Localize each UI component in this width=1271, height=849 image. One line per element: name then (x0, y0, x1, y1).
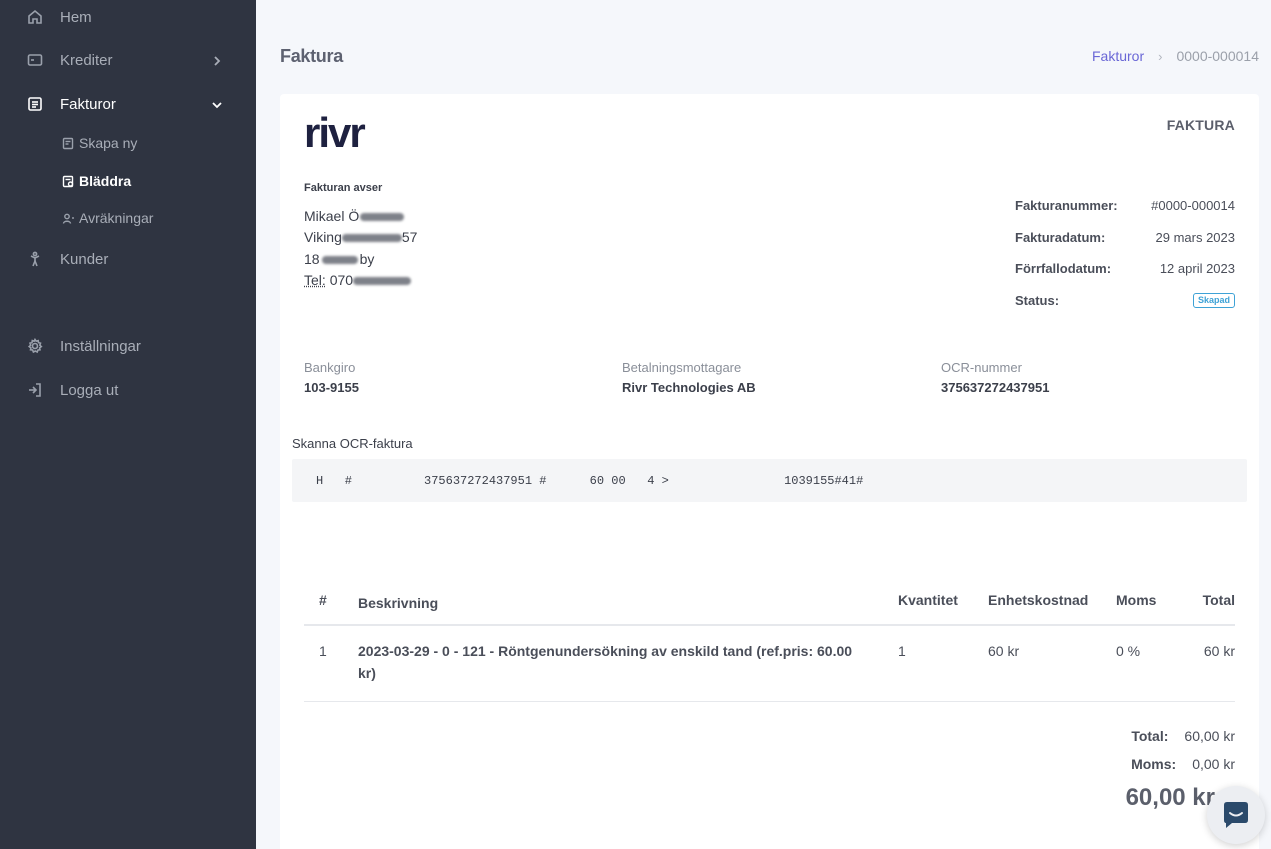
invoice-number-row: Fakturanummer: #0000-000014 (1015, 198, 1235, 216)
sidebar-item-label: Inställningar (60, 337, 141, 355)
sidebar-subitem-label: Skapa ny (79, 135, 138, 151)
sidebar-subitem-skapa-ny[interactable]: Skapa ny (0, 128, 256, 158)
invoice-date-value: 29 mars 2023 (1155, 230, 1236, 245)
table-header: # Beskrivning Kvantitet Enhetskostnad Mo… (304, 590, 1235, 626)
recipient-heading: Fakturan avser (304, 182, 383, 194)
due-date-value: 12 april 2023 (1159, 261, 1235, 276)
ocr-number: OCR-nummer 375637272437951 (941, 360, 1049, 395)
invoice-number-label: Fakturanummer: (1015, 198, 1118, 213)
summary-total: Total: 60,00 kr (1131, 728, 1235, 744)
sidebar-subitem-label: Avräkningar (79, 210, 154, 226)
sidebar-item-label: Kunder (60, 250, 109, 268)
col-header-quantity: Kvantitet (898, 592, 958, 608)
breadcrumb-separator-icon: › (1158, 48, 1163, 64)
bankgiro: Bankgiro 103-9155 (304, 360, 359, 395)
sidebar-item-kunder[interactable]: Kunder (0, 241, 256, 277)
sidebar-item-krediter[interactable]: Krediter (0, 42, 256, 78)
credit-icon (26, 51, 44, 69)
home-icon (26, 8, 44, 26)
breadcrumb-link-fakturor[interactable]: Fakturor (1092, 48, 1144, 64)
browse-icon (62, 175, 75, 188)
sidebar-subitem-avrakningar[interactable]: Avräkningar (0, 203, 256, 233)
customers-icon (26, 250, 44, 268)
sidebar-item-label: Fakturor (60, 95, 116, 113)
summary-vat-value: 0,00 kr (1192, 756, 1235, 772)
row-unit-cost: 60 kr (988, 643, 1020, 659)
summary-vat: Moms: 0,00 kr (1131, 756, 1235, 772)
bankgiro-label: Bankgiro (304, 360, 356, 375)
due-date-row: Förrfallodatum: 12 april 2023 (1015, 261, 1235, 279)
breadcrumb-current: 0000-000014 (1176, 48, 1259, 64)
sidebar-item-label: Krediter (60, 51, 113, 69)
ocr-scan-line: H # 375637272437951 # 60 00 4 > 1039155#… (316, 474, 864, 488)
status-label: Status: (1015, 293, 1060, 308)
invoice-icon (26, 95, 44, 113)
sidebar-item-logga-ut[interactable]: Logga ut (0, 372, 256, 408)
recipient-phone: Tel: 070 (304, 272, 412, 288)
ocr-scan-line-box: H # 375637272437951 # 60 00 4 > 1039155#… (292, 459, 1247, 502)
ocr-number-value: 375637272437951 (941, 380, 1050, 395)
sidebar-item-fakturor[interactable]: Fakturor (0, 86, 256, 122)
row-vat: 0 % (1116, 643, 1141, 659)
row-num: 1 (319, 643, 327, 659)
payee: Betalningsmottagare Rivr Technologies AB (622, 360, 756, 395)
summary-total-label: Total: (1131, 728, 1169, 744)
grand-total: 60,00 kr (1125, 784, 1215, 811)
sidebar-item-label: Logga ut (60, 381, 119, 399)
status-badge: Skapad (1192, 293, 1235, 308)
create-icon (62, 137, 75, 150)
document-type: FAKTURA (1166, 117, 1235, 133)
summary-total-value: 60,00 kr (1184, 728, 1235, 744)
bankgiro-value: 103-9155 (304, 380, 359, 395)
payee-label: Betalningsmottagare (622, 360, 742, 375)
page-title: Faktura (280, 46, 343, 66)
gear-icon (26, 337, 44, 355)
sidebar: Hem Krediter Fakturor Skapa ny Bläddra A… (0, 0, 256, 849)
table-row: 1 2023-03-29 - 0 - 121 - Röntgenundersök… (304, 628, 1235, 702)
invoice-date-row: Fakturadatum: 29 mars 2023 (1015, 230, 1235, 248)
status-row: Status: Skapad (1015, 293, 1235, 311)
breadcrumb: Fakturor › 0000-000014 (1092, 48, 1259, 64)
chat-icon (1224, 802, 1248, 828)
row-quantity: 1 (898, 643, 906, 659)
chevron-right-icon (211, 54, 223, 66)
settlement-icon (62, 212, 75, 225)
col-header-description: Beskrivning (358, 595, 439, 611)
due-date-label: Förrfallodatum: (1015, 261, 1112, 276)
row-description: 2023-03-29 - 0 - 121 - Röntgenundersökni… (358, 643, 853, 681)
sidebar-item-installningar[interactable]: Inställningar (0, 328, 256, 364)
sidebar-item-hem[interactable]: Hem (0, 0, 256, 35)
col-header-vat: Moms (1116, 592, 1157, 608)
invoice-card: rivr FAKTURA Fakturan avser Mikael Ö Vik… (280, 94, 1259, 849)
rivr-logo: rivr (304, 116, 367, 152)
sidebar-item-label: Hem (60, 8, 92, 26)
recipient-street: Viking 57 (304, 229, 418, 245)
payee-value: Rivr Technologies AB (622, 380, 756, 395)
recipient-city: 18 by (304, 251, 375, 267)
summary-vat-label: Moms: (1131, 756, 1177, 772)
chevron-down-icon (211, 98, 223, 110)
svg-text:rivr: rivr (304, 116, 365, 152)
invoice-date-label: Fakturadatum: (1015, 230, 1106, 245)
row-total: 60 kr (1203, 643, 1235, 659)
sidebar-subitem-label: Bläddra (79, 173, 132, 189)
ocr-number-label: OCR-nummer (941, 360, 1022, 375)
col-header-total: Total (1202, 592, 1235, 608)
logout-icon (26, 381, 44, 399)
ocr-scan-title: Skanna OCR-faktura (292, 436, 413, 451)
sidebar-subitem-bladdra[interactable]: Bläddra (0, 166, 256, 196)
chat-button[interactable] (1207, 786, 1265, 844)
col-header-unit-cost: Enhetskostnad (988, 592, 1089, 608)
col-header-num: # (319, 592, 327, 608)
recipient-name: Mikael Ö (304, 208, 405, 224)
invoice-number-value: #0000-000014 (1151, 198, 1235, 213)
